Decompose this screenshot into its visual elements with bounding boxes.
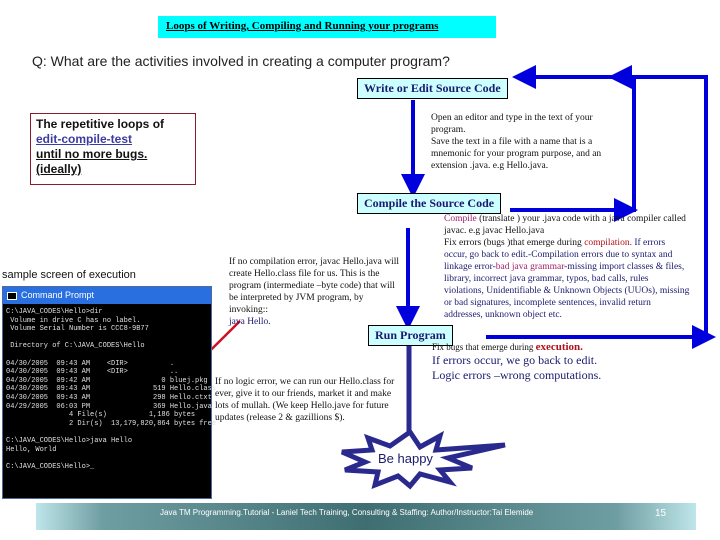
exec-line-3: Logic errors –wrong computations.: [432, 368, 602, 382]
compile-desc: (translate ) your .java code with a java…: [444, 214, 686, 236]
step-compile: Compile the Source Code: [357, 193, 502, 214]
bad-grammar: bad java grammar: [495, 262, 565, 272]
no-compile-error-text: If no compilation error, javac Hello.jav…: [229, 257, 400, 315]
console-line: 04/30/2005 09:43 AM 298 Hello.ctxt: [6, 393, 212, 402]
no-logic-error-notes: If no logic error, we can run our Hello.…: [215, 377, 395, 423]
sample-screen-label: sample screen of execution: [2, 269, 136, 281]
loop-callout: The repetitive loops of edit-compile-tes…: [30, 113, 196, 185]
write-note-1: Open an editor and type in the text of y…: [431, 113, 593, 135]
command-prompt-title: Command Prompt: [21, 290, 95, 300]
console-line: 04/30/2005 09:42 AM 0 bluej.pkg: [6, 376, 208, 385]
fix-pre: Fix errors (bugs )that emerge during: [444, 238, 585, 248]
compile-notes: Compile (translate ) your .java code wit…: [444, 213, 690, 321]
console-line: 04/30/2005 09:43 AM <DIR> .: [6, 359, 175, 368]
no-compile-error-notes: If no compilation error, javac Hello.jav…: [229, 256, 401, 328]
loop-line-3: until no more bugs.: [36, 147, 148, 161]
be-happy-text: Be happy: [378, 451, 433, 466]
command-prompt-titlebar: Command Prompt: [3, 287, 211, 304]
console-line: C:\JAVA_CODES\Hello>_: [6, 462, 95, 471]
fix-compilation: compilation.: [584, 238, 632, 248]
console-line: Directory of C:\JAVA_CODES\Hello: [6, 342, 145, 351]
console-line: Hello, World: [6, 445, 57, 454]
command-prompt-output: C:\JAVA_CODES\Hello>dir Volume in drive …: [3, 304, 217, 475]
console-line: Volume Serial Number is CCC8-9B77: [6, 325, 149, 334]
console-line: Volume in drive C has no label.: [6, 316, 141, 325]
console-line: C:\JAVA_CODES\Hello>java Hello: [6, 436, 133, 445]
step-write-edit: Write or Edit Source Code: [357, 78, 508, 99]
write-note-2: Save the text in a file with a name that…: [431, 137, 602, 171]
console-line: 4 File(s) 1,186 bytes: [6, 411, 196, 420]
loop-line-4: (ideally): [36, 162, 82, 176]
console-icon: [7, 291, 17, 300]
exec-line-2: If errors occur, we go back to edit.: [432, 353, 598, 367]
compile-word: Compile: [444, 214, 477, 224]
java-hello-cmd: java Hello.: [229, 317, 271, 327]
exec-word: execution.: [535, 341, 583, 353]
footer-text: Java TM Programming.Tutorial - Laniel Te…: [160, 508, 534, 517]
console-line: C:\JAVA_CODES\Hello>dir: [6, 308, 103, 316]
page-number: 15: [655, 508, 667, 519]
write-notes: Open an editor and type in the text of y…: [431, 112, 616, 172]
console-line: 04/29/2005 06:03 PM 369 Hello.java: [6, 402, 212, 411]
console-line: 04/30/2005 09:43 AM 519 Hello.class: [6, 385, 217, 394]
console-line: 2 Dir(s) 13,179,820,864 bytes free: [6, 419, 217, 428]
execution-notes: Fix bugs that emerge during execution. I…: [432, 341, 632, 383]
loop-line-2: edit-compile-test: [36, 132, 133, 146]
loop-line-1: The repetitive loops of: [36, 117, 165, 131]
command-prompt-window: Command Prompt C:\JAVA_CODES\Hello>dir V…: [2, 286, 217, 499]
console-line: 04/30/2005 09:43 AM <DIR> ..: [6, 368, 179, 377]
exec-pre: Fix bugs that emerge during: [432, 342, 536, 352]
